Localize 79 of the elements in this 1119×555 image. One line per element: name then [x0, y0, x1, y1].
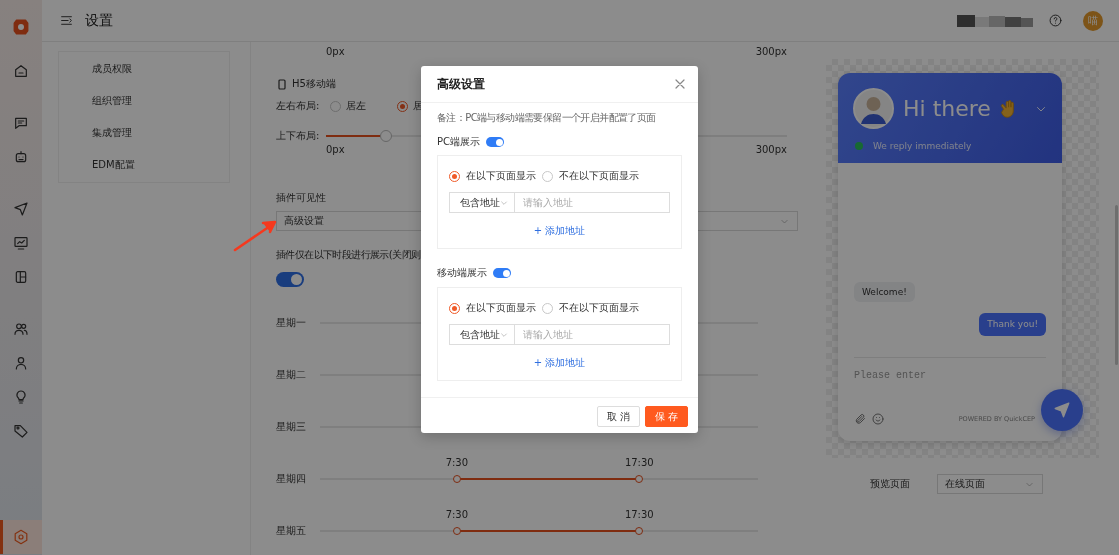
- address-input[interactable]: 请输入地址: [515, 324, 670, 345]
- cancel-button[interactable]: 取 消: [597, 406, 640, 427]
- toggle-switch[interactable]: [486, 137, 504, 147]
- help-icon[interactable]: [1049, 14, 1062, 27]
- match-select[interactable]: 包含地址: [449, 324, 515, 345]
- range-handle[interactable]: [635, 475, 644, 483]
- page-title: 设置: [85, 11, 113, 30]
- paperclip-icon[interactable]: [854, 413, 866, 425]
- field-label: 左右布局:: [276, 99, 321, 113]
- menu-icon[interactable]: [60, 14, 73, 27]
- add-address-link[interactable]: + 添加地址: [533, 357, 586, 369]
- slider-max-label: 300px: [755, 46, 787, 58]
- field-label: 预览页面: [870, 477, 910, 491]
- day-label: 星期五: [276, 524, 307, 538]
- match-select[interactable]: 包含地址: [449, 192, 515, 213]
- smiley-icon[interactable]: [872, 413, 884, 425]
- phone-icon: [278, 78, 286, 90]
- section-label: PC端展示: [437, 135, 480, 149]
- add-address-link[interactable]: + 添加地址: [533, 225, 586, 237]
- slider-thumb[interactable]: [379, 130, 392, 142]
- greeting-title: Hi there: [903, 96, 991, 121]
- robot-icon: [13, 149, 29, 165]
- section-title: H5移动端: [292, 77, 336, 91]
- address-input[interactable]: 请输入地址: [515, 192, 670, 213]
- chevron-down-icon: [500, 198, 508, 207]
- day-label: 星期二: [276, 368, 307, 382]
- chat-icon: [13, 115, 29, 131]
- field-label: 插件可见性: [276, 192, 326, 204]
- slider-min-label: 0px: [326, 144, 345, 156]
- chevron-down-icon: [500, 330, 508, 339]
- send-icon: [13, 201, 29, 217]
- users-icon: [13, 321, 29, 337]
- close-icon[interactable]: [675, 79, 685, 89]
- user-icon: [13, 355, 29, 371]
- range-handle[interactable]: [452, 475, 461, 483]
- day-label: 星期三: [276, 420, 307, 434]
- radio-option[interactable]: 在以下页面显示: [449, 169, 536, 183]
- field-label: 插件仅在以下时段进行展示(关闭则: [276, 249, 421, 261]
- tag-icon: [13, 423, 29, 439]
- message-bubble: Thank you!: [979, 313, 1046, 336]
- range-handle[interactable]: [635, 527, 644, 535]
- send-icon: [1053, 401, 1071, 419]
- message-bubble: Welcome!: [854, 282, 915, 302]
- status-text: We reply immediately: [873, 141, 972, 151]
- time-label: 7:30: [445, 509, 469, 521]
- day-label: 星期四: [276, 472, 307, 486]
- day-label: 星期一: [276, 316, 307, 330]
- bulb-icon: [13, 389, 29, 405]
- dialog-title: 高级设置: [437, 75, 485, 93]
- slider-min-label: 0px: [326, 46, 345, 58]
- note-text: 备注：PC端与移动端需要保留一个开启并配置了页面: [437, 112, 657, 124]
- page-select[interactable]: 在线页面: [937, 474, 1043, 494]
- time-label: 17:30: [624, 509, 654, 521]
- settings-icon: [13, 529, 29, 545]
- section-label: 移动端展示: [437, 266, 487, 280]
- avatar-icon: [853, 88, 894, 129]
- radio-option[interactable]: 不在以下页面显示: [542, 169, 639, 183]
- range-handle[interactable]: [452, 527, 461, 535]
- menu-item[interactable]: 成员权限: [59, 53, 229, 85]
- radio-option[interactable]: 居左: [330, 99, 366, 113]
- send-button[interactable]: [1041, 389, 1083, 431]
- menu-item[interactable]: 集成管理: [59, 117, 229, 149]
- time-label: 17:30: [624, 457, 654, 469]
- logo-icon[interactable]: [12, 18, 30, 36]
- time-label: 7:30: [445, 457, 469, 469]
- save-button[interactable]: 保 存: [645, 406, 688, 427]
- menu-item[interactable]: EDM配置: [59, 149, 229, 181]
- online-dot: [855, 142, 863, 150]
- radio-option[interactable]: 不在以下页面显示: [542, 301, 639, 315]
- home-icon: [13, 63, 29, 79]
- toggle-switch[interactable]: [276, 272, 304, 287]
- menu-item[interactable]: 组织管理: [59, 85, 229, 117]
- slider-max-label: 300px: [755, 144, 787, 156]
- toggle-switch[interactable]: [493, 268, 511, 278]
- field-label: 上下布局:: [276, 129, 321, 143]
- layout-icon: [13, 269, 29, 285]
- nav-item[interactable]: [0, 520, 42, 554]
- radio-option[interactable]: 在以下页面显示: [449, 301, 536, 315]
- monitor-icon: [13, 235, 29, 251]
